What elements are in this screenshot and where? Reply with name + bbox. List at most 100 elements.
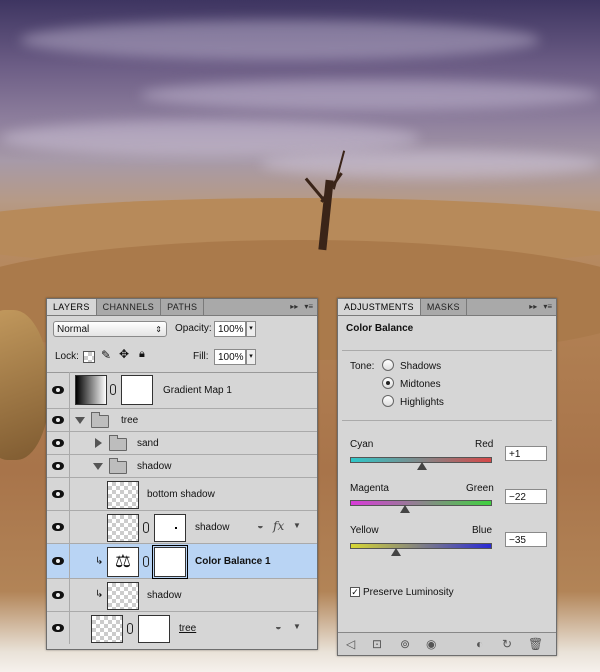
reset-icon[interactable]: ↻: [502, 637, 512, 651]
layer-row[interactable]: shadow ◒ fx ▼: [47, 511, 317, 544]
folder-icon: [109, 435, 127, 451]
layer-name: Color Balance 1: [195, 556, 271, 567]
collapse-icon[interactable]: ▸▸: [290, 302, 298, 311]
eye-icon[interactable]: [52, 490, 64, 498]
adjustments-bottom-bar: ◁ ⊡ ⊚ ◉ ◐ ↻ 🗑︎: [338, 632, 556, 655]
eye-icon[interactable]: [52, 439, 64, 447]
radio-midtones[interactable]: [382, 377, 394, 389]
expand-effects-icon[interactable]: ▼: [293, 521, 301, 530]
radio-highlights[interactable]: [382, 395, 394, 407]
layer-group-row[interactable]: tree: [47, 409, 317, 432]
radio-label: Midtones: [400, 379, 441, 390]
folder-icon: [91, 412, 109, 428]
expand-triangle-icon[interactable]: [75, 417, 85, 424]
folder-icon: [109, 458, 127, 474]
panel-menu-icon[interactable]: ▾≡: [304, 302, 313, 311]
eye-icon[interactable]: [52, 591, 64, 599]
tab-adjustments[interactable]: ADJUSTMENTS: [338, 299, 421, 315]
yellow-blue-slider-track[interactable]: [350, 543, 492, 549]
cyan-red-slider-thumb[interactable]: [416, 462, 427, 470]
divider: [342, 420, 552, 421]
layer-name: shadow: [147, 590, 182, 601]
lock-pixels-icon[interactable]: ✎: [101, 348, 111, 362]
fill-input[interactable]: 100%: [214, 349, 246, 365]
magenta-green-input[interactable]: −22: [505, 489, 547, 504]
eye-icon[interactable]: [52, 416, 64, 424]
select-arrows-icon: ⇕: [155, 325, 162, 334]
layer-name: shadow: [195, 522, 230, 533]
slider-left-label: Magenta: [350, 483, 389, 494]
adjustments-panel: ADJUSTMENTS MASKS ▸▸ ▾≡ Color Balance Ton…: [337, 298, 557, 656]
eye-icon[interactable]: [52, 624, 64, 632]
layer-group-row[interactable]: shadow: [47, 455, 317, 478]
fx-icon[interactable]: fx: [273, 519, 284, 533]
lock-position-icon[interactable]: ✥: [119, 347, 129, 361]
blend-mode-select[interactable]: Normal ⇕: [53, 321, 167, 337]
back-arrow-icon[interactable]: ◁: [346, 637, 355, 651]
panel-menu-icon[interactable]: ▾≡: [543, 302, 552, 311]
lock-all-icon[interactable]: 🔒︎: [139, 348, 145, 361]
collapse-icon[interactable]: ▸▸: [529, 302, 537, 311]
magenta-green-slider-track[interactable]: [350, 500, 492, 506]
expand-view-icon[interactable]: ⊡: [372, 637, 382, 651]
preserve-luminosity-checkbox[interactable]: ✓: [350, 587, 360, 597]
mask-icon[interactable]: ◒: [257, 520, 264, 532]
cyan-red-input[interactable]: +1: [505, 446, 547, 461]
smart-object-thumbnail: [107, 514, 139, 542]
layer-row[interactable]: Gradient Map 1: [47, 372, 317, 409]
lock-transparency-icon[interactable]: [83, 351, 95, 363]
layer-name: tree: [121, 415, 139, 426]
link-icon[interactable]: [143, 556, 149, 567]
layer-thumbnail: [107, 481, 139, 509]
eye-icon[interactable]: [52, 557, 64, 565]
link-icon[interactable]: [110, 384, 116, 395]
clip-arrow-icon: ↳: [95, 589, 104, 600]
link-icon[interactable]: [127, 623, 133, 634]
opacity-dropdown-icon[interactable]: ▾: [246, 321, 256, 337]
cloud-streak: [260, 150, 600, 178]
tab-channels[interactable]: CHANNELS: [97, 299, 162, 315]
yellow-blue-slider-thumb[interactable]: [391, 548, 402, 556]
clip-arrow-icon: ↳: [95, 556, 104, 567]
tab-masks[interactable]: MASKS: [421, 299, 467, 315]
slider-left-label: Cyan: [350, 439, 374, 450]
layer-row-selected[interactable]: ↳ ⚖ Color Balance 1: [47, 544, 317, 579]
eye-icon[interactable]: ◉: [426, 637, 436, 651]
previous-state-icon[interactable]: ◐: [476, 637, 483, 651]
radio-label: Shadows: [400, 361, 442, 372]
layer-row[interactable]: ↳ shadow: [47, 579, 317, 612]
radio-label: Highlights: [400, 397, 444, 408]
mask-icon[interactable]: ◒: [275, 621, 282, 633]
slider-right-label: Green: [466, 483, 494, 494]
collapse-triangle-icon[interactable]: [95, 438, 102, 448]
balance-scale-icon: ⚖: [107, 547, 139, 577]
expand-effects-icon[interactable]: ▼: [293, 622, 301, 631]
layers-panel-tabs: LAYERS CHANNELS PATHS ▸▸ ▾≡: [47, 299, 317, 316]
fill-label: Fill:: [193, 351, 209, 362]
adjustments-panel-tabs: ADJUSTMENTS MASKS ▸▸ ▾≡: [338, 299, 556, 316]
cloud-streak: [140, 80, 600, 110]
layer-row[interactable]: tree ◒ ▼: [47, 612, 317, 644]
layer-name: shadow: [137, 461, 172, 472]
eye-icon[interactable]: [52, 386, 64, 394]
layer-mask-thumbnail: [152, 545, 188, 579]
clip-layer-icon[interactable]: ⊚: [400, 637, 410, 651]
magenta-green-slider-thumb[interactable]: [400, 505, 411, 513]
slider-left-label: Yellow: [350, 525, 379, 536]
layer-mask-thumbnail: [121, 375, 153, 405]
eye-icon[interactable]: [52, 523, 64, 531]
trash-icon[interactable]: 🗑︎: [528, 637, 543, 651]
tab-paths[interactable]: PATHS: [161, 299, 205, 315]
link-icon[interactable]: [143, 522, 149, 533]
opacity-input[interactable]: 100%: [214, 321, 246, 337]
layer-group-row[interactable]: sand: [47, 432, 317, 455]
yellow-blue-input[interactable]: −35: [505, 532, 547, 547]
tab-layers[interactable]: LAYERS: [47, 299, 97, 315]
opacity-label: Opacity:: [175, 323, 212, 334]
radio-shadows[interactable]: [382, 359, 394, 371]
fill-dropdown-icon[interactable]: ▾: [246, 349, 256, 365]
layer-row[interactable]: bottom shadow: [47, 478, 317, 511]
eye-icon[interactable]: [52, 462, 64, 470]
expand-triangle-icon[interactable]: [93, 463, 103, 470]
adjustment-title: Color Balance: [346, 323, 414, 334]
